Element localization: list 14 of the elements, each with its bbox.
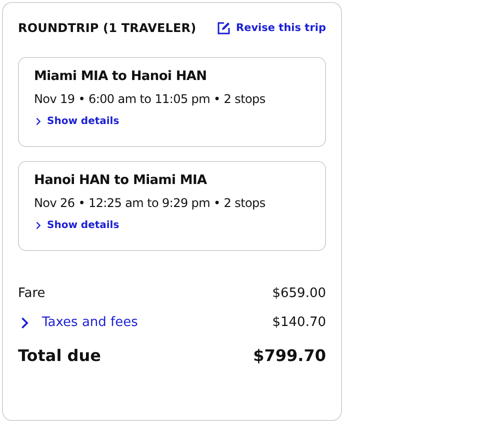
price-amount: $799.70 <box>253 346 326 364</box>
price-label: Fare <box>18 286 46 301</box>
flight-route: Hanoi HAN to Miami MIA <box>34 173 208 188</box>
flight-route: Miami MIA to Hanoi HAN <box>34 69 208 84</box>
revise-trip-link[interactable]: Revise this trip <box>217 21 326 35</box>
show-details-button[interactable]: Show details <box>34 116 120 127</box>
flight-details: Nov 26 • 12:25 am to 9:29 pm • 2 stops <box>34 196 266 210</box>
price-amount: $659.00 <box>272 286 326 301</box>
price-label: Total due <box>18 346 101 364</box>
flight-details: Nov 19 • 6:00 am to 11:05 pm • 2 stops <box>34 92 266 106</box>
price-amount: $140.70 <box>272 315 326 330</box>
taxes-fees-toggle[interactable]: Taxes and fees <box>18 315 138 330</box>
trip-title: ROUNDTRIP (1 TRAVELER) <box>18 21 196 35</box>
show-details-button[interactable]: Show details <box>34 220 120 231</box>
